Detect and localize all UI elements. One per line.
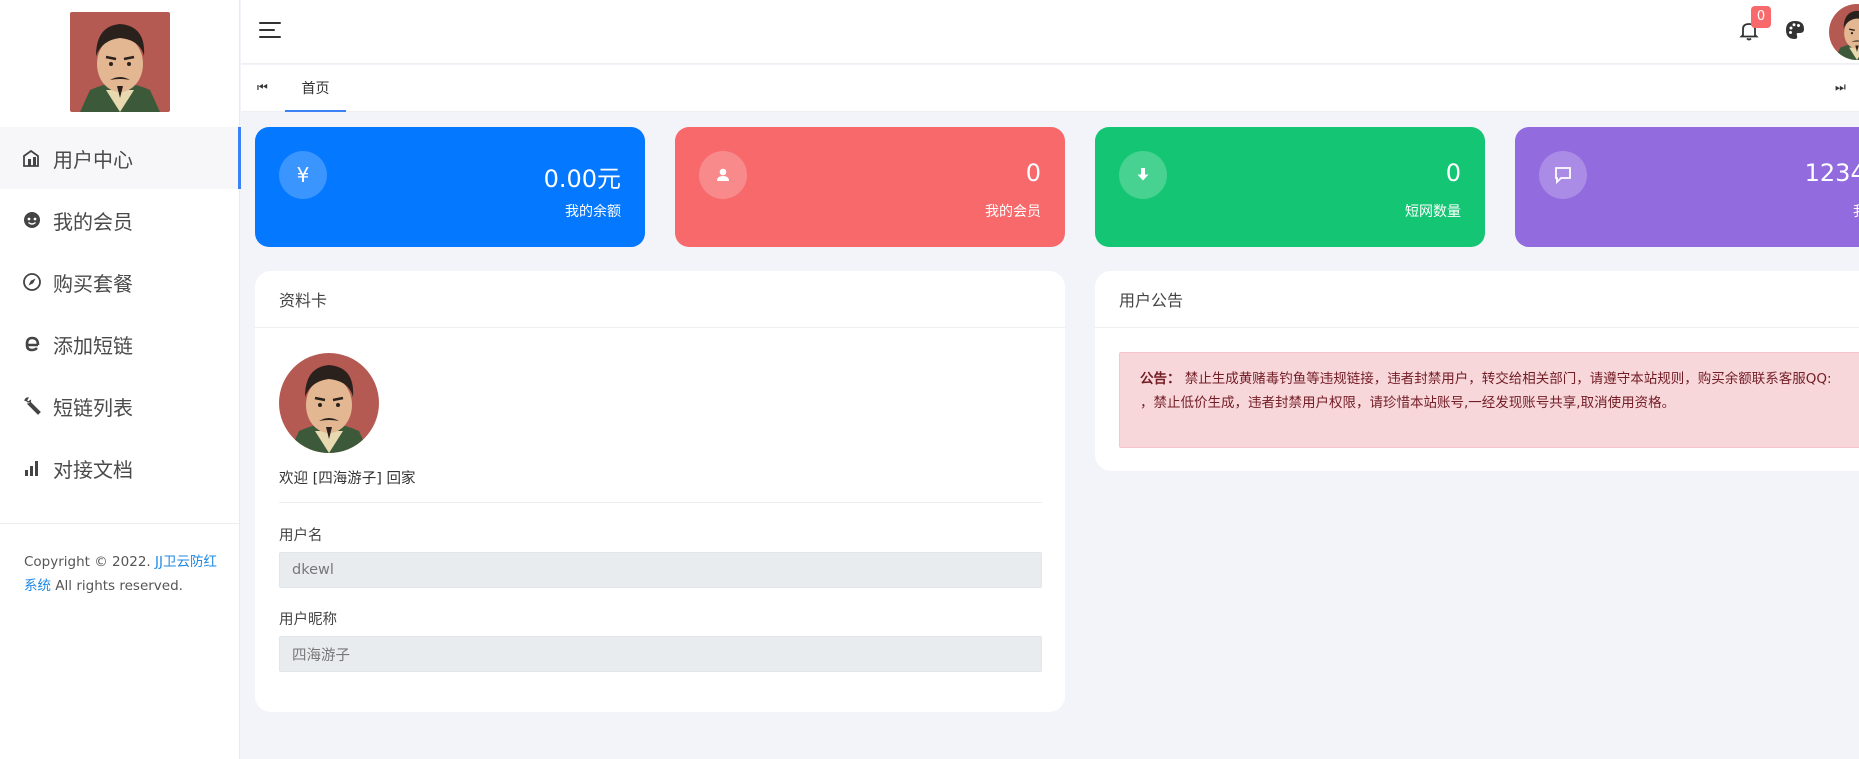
welcome-text: 欢迎 [四海游子] 回家 bbox=[279, 471, 416, 487]
tab-home[interactable]: 首页 bbox=[285, 65, 346, 112]
stat-value: 0 bbox=[1445, 159, 1461, 187]
wrench-icon bbox=[20, 394, 44, 418]
profile-card-title: 资料卡 bbox=[255, 271, 1065, 328]
sidebar-item-label: 对接文档 bbox=[53, 457, 133, 482]
notification-badge: 0 bbox=[1751, 6, 1771, 28]
palette-icon[interactable] bbox=[1783, 18, 1807, 42]
sidebar-item-label: 短链列表 bbox=[53, 395, 133, 420]
dashboard-icon bbox=[20, 146, 44, 170]
stat-card-members: 0 我的会员 bbox=[675, 127, 1065, 247]
stat-card-shortlinks: 0 短网数量 bbox=[1095, 127, 1485, 247]
download-icon bbox=[1119, 151, 1167, 199]
username-label: 用户名 bbox=[279, 528, 323, 544]
tab-next-icon[interactable]: ⏭ bbox=[1835, 80, 1853, 98]
stat-value: 12345 bbox=[1804, 159, 1859, 187]
logo-avatar[interactable] bbox=[70, 12, 170, 112]
stat-label: 我的 bbox=[1853, 201, 1859, 221]
stat-card-balance: ¥ 0.00元 我的余额 bbox=[255, 127, 645, 247]
notice-card: 用户公告 公告： 禁止生成黄赌毒钓鱼等违规链接，违者封禁用户，转交给相关部门，请… bbox=[1095, 271, 1859, 471]
sidebar-item-user-center[interactable]: 用户中心 bbox=[0, 127, 241, 189]
sidebar-item-label: 我的会员 bbox=[53, 209, 133, 234]
user-avatar[interactable] bbox=[1829, 4, 1859, 60]
sidebar-item-label: 添加短链 bbox=[53, 333, 133, 358]
face-icon bbox=[20, 208, 44, 232]
notice-alert: 公告： 禁止生成黄赌毒钓鱼等违规链接，违者封禁用户，转交给相关部门，请遵守本站规… bbox=[1119, 352, 1859, 448]
notice-card-title: 用户公告 bbox=[1095, 271, 1859, 328]
stat-card-fourth: 12345 我的 bbox=[1515, 127, 1859, 247]
profile-card: 资料卡 欢迎 [四海游子] 回家 用户名 用户昵称 bbox=[255, 271, 1065, 712]
sidebar-item-add-shortlink[interactable]: 添加短链 bbox=[0, 313, 240, 375]
stat-label: 我的会员 bbox=[985, 204, 1041, 220]
copyright: Copyright © 2022. JJ卫云防红系统 All rights re… bbox=[24, 554, 217, 594]
user-icon bbox=[699, 151, 747, 199]
profile-avatar bbox=[279, 353, 379, 453]
stat-label: 我的余额 bbox=[565, 204, 621, 220]
compass-icon bbox=[20, 270, 44, 294]
sidebar-item-label: 用户中心 bbox=[53, 147, 133, 172]
sidebar-item-buy-package[interactable]: 购买套餐 bbox=[0, 251, 240, 313]
message-icon bbox=[1539, 151, 1587, 199]
sidebar-item-api-docs[interactable]: 对接文档 bbox=[0, 437, 240, 499]
stat-value: 0.00元 bbox=[543, 165, 621, 193]
nickname-field[interactable] bbox=[279, 636, 1042, 672]
sidebar-item-my-members[interactable]: 我的会员 bbox=[0, 189, 240, 251]
notice-text: 禁止生成黄赌毒钓鱼等违规链接，违者封禁用户，转交给相关部门，请遵守本站规则，购买… bbox=[1140, 371, 1832, 411]
bar-chart-icon bbox=[20, 456, 44, 480]
stat-label: 短网数量 bbox=[1405, 204, 1461, 220]
nickname-label: 用户昵称 bbox=[279, 612, 337, 628]
ie-icon bbox=[20, 332, 44, 356]
sidebar-divider bbox=[0, 523, 240, 524]
sidebar-item-label: 购买套餐 bbox=[53, 271, 133, 296]
notice-prefix: 公告： bbox=[1140, 371, 1181, 387]
stat-value: 0 bbox=[1025, 159, 1041, 187]
username-field[interactable] bbox=[279, 552, 1042, 588]
sidebar: 用户中心 我的会员 购买套餐 添加短链 短链列表 对接文档 Copyright … bbox=[0, 0, 241, 759]
tab-bar: ⏮ 首页 ⏭ bbox=[241, 65, 1859, 112]
sidebar-menu: 用户中心 我的会员 购买套餐 添加短链 短链列表 对接文档 bbox=[0, 127, 241, 499]
menu-toggle-icon[interactable] bbox=[259, 20, 281, 40]
profile-divider bbox=[279, 502, 1042, 503]
sidebar-item-shortlink-list[interactable]: 短链列表 bbox=[0, 375, 240, 437]
top-header: 0 bbox=[241, 0, 1859, 64]
yen-icon: ¥ bbox=[279, 151, 327, 199]
tab-prev-icon[interactable]: ⏮ bbox=[257, 80, 275, 98]
